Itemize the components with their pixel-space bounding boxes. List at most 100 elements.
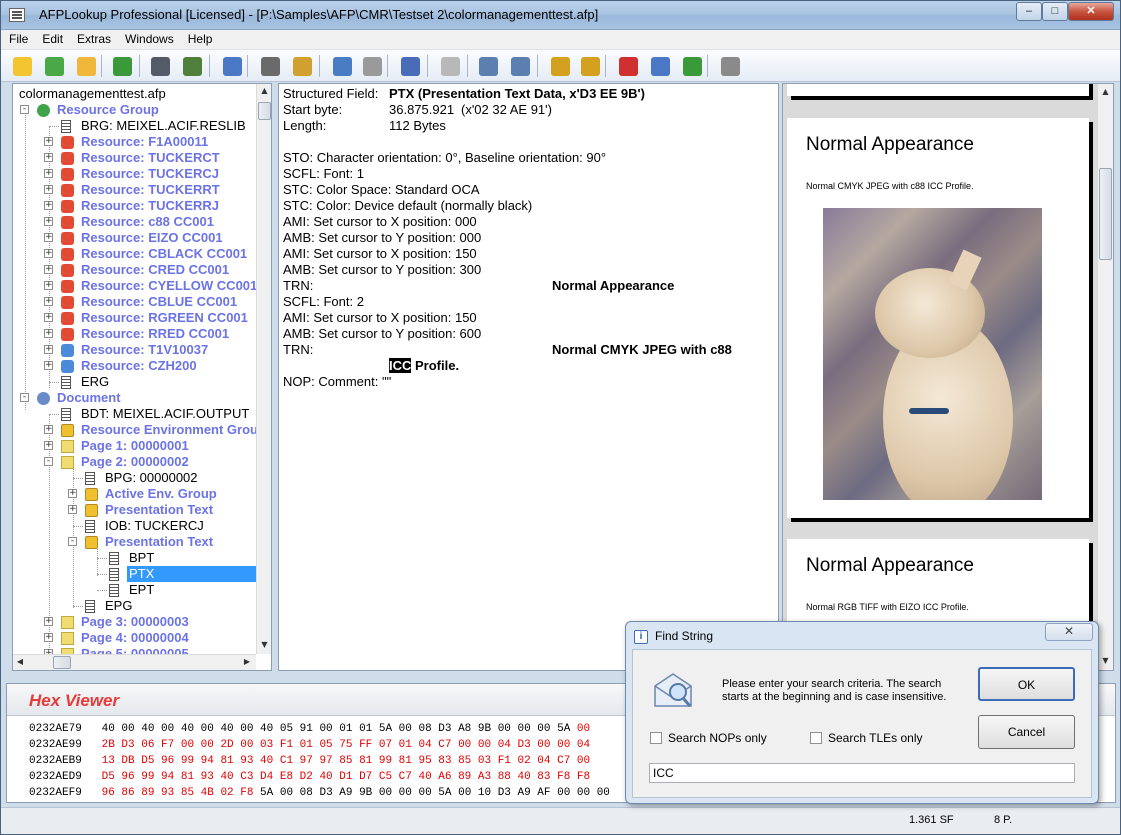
export-button[interactable] [41,53,67,79]
expand-toggle[interactable]: + [44,137,53,146]
minimize-button[interactable]: – [1016,2,1042,21]
tree-item[interactable]: + Resource: RGREEN CC001 [13,310,256,326]
stop-button[interactable] [437,53,463,79]
search-input[interactable] [649,763,1075,783]
expand-toggle[interactable]: + [44,425,53,434]
stamp-button[interactable] [257,53,283,79]
collapse-toggle[interactable]: - [44,457,53,466]
grid-button[interactable] [507,53,533,79]
expand-toggle[interactable]: + [44,633,53,642]
zoom-out-button[interactable] [615,53,641,79]
tree-item[interactable]: + Resource Environment Group [13,422,266,438]
expand-toggle[interactable]: + [44,169,53,178]
dialog-close-button[interactable]: ✕ [1045,623,1093,641]
search-nops-checkbox[interactable] [650,732,662,744]
tree-item[interactable]: + Resource: TUCKERCT [13,150,256,166]
tree-item[interactable]: EPG [13,598,256,614]
scroll-down-arrow[interactable]: ▼ [1098,656,1113,665]
expand-toggle[interactable]: + [44,361,53,370]
menu-edit[interactable]: Edit [34,30,69,46]
scroll-up-arrow[interactable]: ▲ [1098,87,1113,96]
cancel-button[interactable]: Cancel [978,715,1075,749]
expand-toggle[interactable]: + [44,233,53,242]
expand-toggle[interactable]: + [44,281,53,290]
menu-extras[interactable]: Extras [69,30,117,46]
tools-button[interactable] [289,53,315,79]
tree-item[interactable]: - Presentation Text [13,534,256,550]
tree-hscroll-thumb[interactable] [53,656,71,669]
preview-vscroll-thumb[interactable] [1099,168,1112,260]
tree-item[interactable]: + Resource: CBLACK CC001 [13,246,256,262]
tree-item[interactable]: EPT [13,582,256,598]
collapse-toggle[interactable]: - [20,105,29,114]
scroll-down-arrow[interactable]: ▼ [257,640,271,649]
expand-toggle[interactable]: + [44,249,53,258]
preview-vscrollbar[interactable]: ▲ ▼ [1097,84,1113,670]
expand-toggle[interactable]: + [44,329,53,338]
tree-item[interactable]: + Resource: TUCKERRJ [13,198,256,214]
binoculars-button[interactable] [147,53,173,79]
print-button[interactable] [717,53,743,79]
collapse-toggle[interactable]: - [20,393,29,402]
collapse-toggle[interactable]: - [68,537,77,546]
tree-item[interactable]: IOB: TUCKERCJ [13,518,256,534]
scroll-left-arrow[interactable]: ◀ [15,657,25,666]
tree-item[interactable]: + Page 4: 00000004 [13,630,256,646]
expand-toggle[interactable]: + [44,313,53,322]
tree-item[interactable]: + Resource: TUCKERRT [13,182,256,198]
ruler-button[interactable] [475,53,501,79]
expand-toggle[interactable]: + [68,505,77,514]
fit-page-button[interactable] [577,53,603,79]
tree-item[interactable]: + Page 3: 00000003 [13,614,256,630]
structure-tree[interactable]: colormanagementtest.afp - Resource Group B… [12,83,272,671]
fit-width-button[interactable] [547,53,573,79]
tree-item[interactable]: + Resource: F1A00011 [13,134,256,150]
folder-button[interactable] [73,53,99,79]
zoom-in-button[interactable] [679,53,705,79]
tree-root[interactable]: colormanagementtest.afp [19,86,166,102]
tree-item[interactable]: + Resource: CBLUE CC001 [13,294,256,310]
tree-item[interactable]: + Resource: RRED CC001 [13,326,256,342]
search-tles-checkbox[interactable] [810,732,822,744]
page-preview-panel[interactable]: Normal Appearance Normal CMYK JPEG with … [782,83,1114,671]
tree-item[interactable]: BPG: 00000002 [13,470,256,486]
tree-hscrollbar[interactable]: ◀ ▶ [13,654,256,670]
ok-button[interactable]: OK [978,667,1075,701]
open-folder-button[interactable] [9,53,35,79]
menu-help[interactable]: Help [180,30,219,46]
find-next-button[interactable] [179,53,205,79]
expand-toggle[interactable]: + [44,185,53,194]
tree-item[interactable]: + Resource: c88 CC001 [13,214,256,230]
zoom-actual-button[interactable] [647,53,673,79]
scroll-right-arrow[interactable]: ▶ [242,657,252,666]
tree-item[interactable]: + Resource: TUCKERCJ [13,166,256,182]
tree-item[interactable]: BDT: MEIXEL.ACIF.OUTPUT [13,406,256,422]
tree-item[interactable]: + Active Env. Group [13,486,256,502]
tree-item[interactable]: PTX [13,566,256,582]
expand-toggle[interactable]: + [44,617,53,626]
tree-item[interactable]: + Resource: EIZO CC001 [13,230,256,246]
tree-item[interactable]: + Page 1: 00000001 [13,438,256,454]
expand-toggle[interactable]: + [68,489,77,498]
zoom-page-button[interactable] [329,53,355,79]
tree-item[interactable]: - Resource Group [13,102,256,118]
help-button[interactable] [397,53,423,79]
tree-item[interactable]: BRG: MEIXEL.ACIF.RESLIB [13,118,256,134]
scroll-up-arrow[interactable]: ▲ [257,86,271,95]
tree-item[interactable]: BPT [13,550,256,566]
menu-file[interactable]: File [1,30,34,46]
close-button[interactable]: ✕ [1068,2,1114,21]
expand-toggle[interactable]: + [44,153,53,162]
expand-toggle[interactable]: + [44,441,53,450]
tree-item[interactable]: ERG [13,374,256,390]
tree-item[interactable]: + Resource: CYELLOW CC001 [13,278,257,294]
tree-vscroll-thumb[interactable] [258,102,271,120]
tree-item[interactable]: + Resource: CZH200 [13,358,256,374]
refresh-button[interactable] [109,53,135,79]
expand-toggle[interactable]: + [44,345,53,354]
tree-item[interactable]: + Resource: T1V10037 [13,342,256,358]
tree-item[interactable]: + Presentation Text [13,502,256,518]
expand-toggle[interactable]: + [44,217,53,226]
tree-item[interactable]: - Document [13,390,256,406]
checklist-button[interactable] [219,53,245,79]
